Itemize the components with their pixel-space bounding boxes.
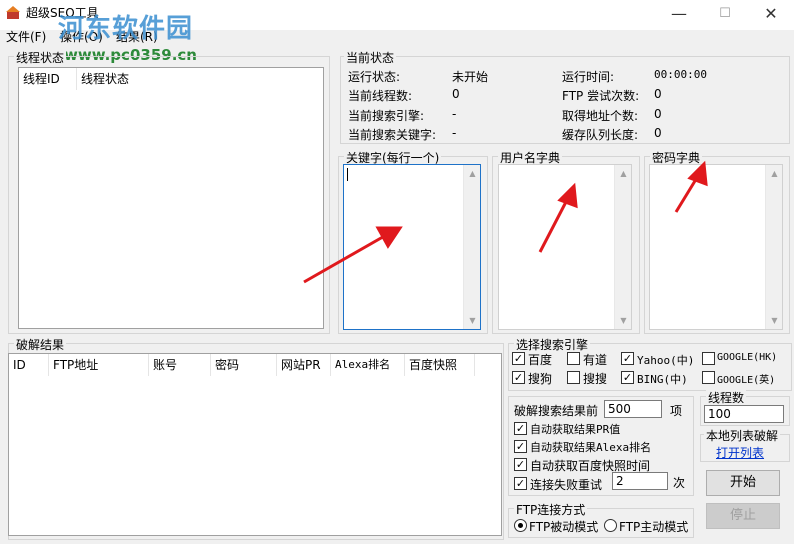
scroll-down-icon[interactable]: ▼: [615, 312, 632, 329]
engine-label: 当前搜索引擎:: [348, 109, 425, 123]
ftp-mode-label: FTP连接方式: [514, 501, 588, 518]
scroll-up-icon[interactable]: ▲: [766, 165, 783, 182]
retry-checkbox[interactable]: ✓: [514, 477, 527, 490]
open-list-link[interactable]: 打开列表: [716, 444, 764, 461]
keyword-label: 当前搜索关键字:: [348, 128, 437, 142]
crack-count-input[interactable]: 500: [604, 400, 662, 418]
username-scrollbar[interactable]: ▲ ▼: [614, 165, 631, 329]
auto-pr-label: 自动获取结果PR值: [530, 423, 621, 436]
col-id[interactable]: ID: [9, 354, 49, 376]
engine-yahoo-label: Yahoo(中): [637, 354, 695, 367]
col-thread-id[interactable]: 线程ID: [19, 68, 77, 90]
engine-youdao-label: 有道: [583, 353, 608, 367]
ftp-active-label: FTP主动模式: [619, 520, 689, 534]
auto-pr-checkbox[interactable]: ✓: [514, 422, 527, 435]
crack-suffix-label: 项: [670, 404, 683, 418]
threads-label: 线程数: [706, 389, 747, 406]
queue-length-value: 0: [654, 126, 662, 140]
engine-soso-label: 搜搜: [583, 372, 608, 386]
auto-alexa-checkbox[interactable]: ✓: [514, 440, 527, 453]
watermark-logo: 河东软件园: [58, 14, 194, 44]
engine-google-en-label: GOOGLE(英): [717, 375, 776, 386]
results-table[interactable]: ID FTP地址 账号 密码 网站PR Alexa排名 百度快照: [8, 353, 502, 536]
stop-button[interactable]: 停止: [706, 503, 780, 529]
keyword-value: -: [452, 126, 457, 140]
col-baidu-snapshot[interactable]: 百度快照: [405, 354, 475, 376]
retry-count-input[interactable]: 2: [612, 472, 668, 490]
local-list-label: 本地列表破解: [704, 427, 781, 444]
run-time-label: 运行时间:: [562, 70, 615, 84]
engine-soso-checkbox[interactable]: [567, 371, 580, 384]
threads-input[interactable]: 100: [704, 405, 784, 423]
col-ftp-address[interactable]: FTP地址: [49, 354, 149, 376]
run-state-value: 未开始: [452, 70, 489, 84]
ftp-attempts-value: 0: [654, 87, 662, 101]
col-password[interactable]: 密码: [211, 354, 277, 376]
run-state-label: 运行状态:: [348, 70, 401, 84]
engine-sogou-checkbox[interactable]: ✓: [512, 371, 525, 384]
engine-google-hk-label: GOOGLE(HK): [717, 352, 778, 363]
thread-list[interactable]: 线程ID 线程状态: [18, 67, 324, 329]
retry-suffix-label: 次: [673, 476, 686, 490]
run-time-value: 00:00:00: [654, 68, 707, 81]
password-scrollbar[interactable]: ▲ ▼: [765, 165, 782, 329]
engine-google-hk-checkbox[interactable]: [702, 352, 715, 365]
col-alexa[interactable]: Alexa排名: [331, 354, 405, 376]
app-icon: [6, 6, 20, 19]
password-textarea[interactable]: ▲ ▼: [649, 164, 783, 330]
engine-bing-label: BING(中): [637, 373, 688, 386]
thread-count-label: 当前线程数:: [348, 89, 413, 103]
engine-youdao-checkbox[interactable]: [567, 352, 580, 365]
engine-baidu-label: 百度: [528, 353, 553, 367]
engine-sogou-label: 搜狗: [528, 372, 553, 386]
scroll-up-icon[interactable]: ▲: [464, 165, 481, 182]
ftp-attempts-label: FTP 尝试次数:: [562, 89, 640, 103]
scroll-down-icon[interactable]: ▼: [464, 312, 481, 329]
username-textarea[interactable]: ▲ ▼: [498, 164, 632, 330]
crack-prefix-label: 破解搜索结果前: [514, 404, 599, 418]
keywords-textarea[interactable]: ▲ ▼: [343, 164, 481, 330]
engine-value: -: [452, 107, 457, 121]
close-button[interactable]: ✕: [748, 0, 794, 30]
col-account[interactable]: 账号: [149, 354, 211, 376]
auto-baidu-checkbox[interactable]: ✓: [514, 458, 527, 471]
start-button[interactable]: 开始: [706, 470, 780, 496]
auto-alexa-label: 自动获取结果Alexa排名: [530, 441, 652, 454]
keywords-scrollbar[interactable]: ▲ ▼: [463, 165, 480, 329]
engine-yahoo-checkbox[interactable]: ✓: [621, 352, 634, 365]
menu-file[interactable]: 文件(F): [6, 28, 46, 45]
minimize-button[interactable]: —: [656, 0, 702, 30]
queue-length-label: 缓存队列长度:: [562, 128, 639, 142]
engine-google-en-checkbox[interactable]: [702, 371, 715, 384]
crack-results-label: 破解结果: [14, 336, 67, 353]
scroll-down-icon[interactable]: ▼: [766, 312, 783, 329]
col-thread-status[interactable]: 线程状态: [77, 68, 197, 90]
address-count-label: 取得地址个数:: [562, 109, 639, 123]
thread-status-label: 线程状态: [14, 49, 67, 66]
engine-bing-checkbox[interactable]: ✓: [621, 371, 634, 384]
text-cursor: [347, 168, 348, 181]
maximize-button[interactable]: ☐: [702, 0, 748, 30]
thread-count-value: 0: [452, 87, 460, 101]
address-count-value: 0: [654, 107, 662, 121]
engine-baidu-checkbox[interactable]: ✓: [512, 352, 525, 365]
current-status-label: 当前状态: [344, 49, 397, 66]
ftp-active-radio[interactable]: [604, 519, 617, 532]
col-site-pr[interactable]: 网站PR: [277, 354, 331, 376]
ftp-passive-radio[interactable]: [514, 519, 527, 532]
retry-label: 连接失败重试: [530, 478, 603, 492]
ftp-passive-label: FTP被动模式: [529, 520, 599, 534]
scroll-up-icon[interactable]: ▲: [615, 165, 632, 182]
